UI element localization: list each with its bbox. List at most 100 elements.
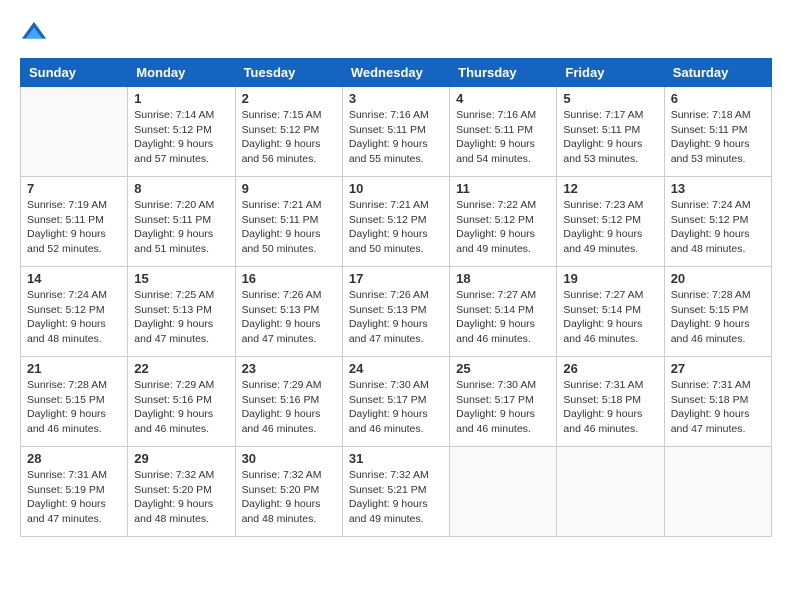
day-info: Sunrise: 7:32 AMSunset: 5:21 PMDaylight:… (349, 468, 443, 527)
calendar-cell: 2 Sunrise: 7:15 AMSunset: 5:12 PMDaylight… (235, 87, 342, 177)
day-info: Sunrise: 7:32 AMSunset: 5:20 PMDaylight:… (242, 468, 336, 527)
day-info: Sunrise: 7:18 AMSunset: 5:11 PMDaylight:… (671, 108, 765, 167)
calendar-cell: 27 Sunrise: 7:31 AMSunset: 5:18 PMDayligh… (664, 357, 771, 447)
calendar-cell: 6 Sunrise: 7:18 AMSunset: 5:11 PMDaylight… (664, 87, 771, 177)
calendar-cell: 20 Sunrise: 7:28 AMSunset: 5:15 PMDayligh… (664, 267, 771, 357)
day-number: 27 (671, 361, 765, 376)
day-info: Sunrise: 7:24 AMSunset: 5:12 PMDaylight:… (671, 198, 765, 257)
calendar-cell: 3 Sunrise: 7:16 AMSunset: 5:11 PMDaylight… (342, 87, 449, 177)
day-info: Sunrise: 7:25 AMSunset: 5:13 PMDaylight:… (134, 288, 228, 347)
day-info: Sunrise: 7:26 AMSunset: 5:13 PMDaylight:… (242, 288, 336, 347)
page-header (20, 20, 772, 48)
calendar-cell: 29Sunrise: 7:32 AMSunset: 5:20 PMDayligh… (128, 447, 235, 537)
calendar-cell (557, 447, 664, 537)
day-info: Sunrise: 7:19 AMSunset: 5:11 PMDaylight:… (27, 198, 121, 257)
day-info: Sunrise: 7:22 AMSunset: 5:12 PMDaylight:… (456, 198, 550, 257)
day-number: 29 (134, 451, 228, 466)
calendar-cell: 31 Sunrise: 7:32 AMSunset: 5:21 PMDayligh… (342, 447, 449, 537)
day-info: Sunrise: 7:27 AMSunset: 5:14 PMDaylight:… (456, 288, 550, 347)
calendar-cell (664, 447, 771, 537)
day-info: Sunrise: 7:16 AMSunset: 5:11 PMDaylight:… (456, 108, 550, 167)
day-number: 1 (134, 91, 228, 106)
calendar-cell: 10 Sunrise: 7:21 AMSunset: 5:12 PMDayligh… (342, 177, 449, 267)
calendar-cell: 18 Sunrise: 7:27 AMSunset: 5:14 PMDayligh… (450, 267, 557, 357)
day-info: Sunrise: 7:30 AMSunset: 5:17 PMDaylight:… (349, 378, 443, 437)
day-number: 3 (349, 91, 443, 106)
logo (20, 20, 52, 48)
calendar-cell: 16Sunrise: 7:26 AMSunset: 5:13 PMDayligh… (235, 267, 342, 357)
day-number: 6 (671, 91, 765, 106)
day-info: Sunrise: 7:31 AMSunset: 5:19 PMDaylight:… (27, 468, 121, 527)
day-number: 28 (27, 451, 121, 466)
day-info: Sunrise: 7:21 AMSunset: 5:11 PMDaylight:… (242, 198, 336, 257)
day-number: 18 (456, 271, 550, 286)
day-number: 25 (456, 361, 550, 376)
calendar-cell: 1 Sunrise: 7:14 AMSunset: 5:12 PMDaylight… (128, 87, 235, 177)
day-info: Sunrise: 7:15 AMSunset: 5:12 PMDaylight:… (242, 108, 336, 167)
day-number: 20 (671, 271, 765, 286)
day-number: 11 (456, 181, 550, 196)
day-info: Sunrise: 7:24 AMSunset: 5:12 PMDaylight:… (27, 288, 121, 347)
calendar-header-friday: Friday (557, 59, 664, 87)
calendar-cell: 7 Sunrise: 7:19 AMSunset: 5:11 PMDaylight… (21, 177, 128, 267)
week-row-1: 1 Sunrise: 7:14 AMSunset: 5:12 PMDaylight… (21, 87, 772, 177)
calendar-cell: 21 Sunrise: 7:28 AMSunset: 5:15 PMDayligh… (21, 357, 128, 447)
calendar-cell (21, 87, 128, 177)
calendar-cell (450, 447, 557, 537)
day-info: Sunrise: 7:23 AMSunset: 5:12 PMDaylight:… (563, 198, 657, 257)
week-row-5: 28 Sunrise: 7:31 AMSunset: 5:19 PMDayligh… (21, 447, 772, 537)
day-info: Sunrise: 7:31 AMSunset: 5:18 PMDaylight:… (563, 378, 657, 437)
day-info: Sunrise: 7:29 AMSunset: 5:16 PMDaylight:… (134, 378, 228, 437)
week-row-4: 21 Sunrise: 7:28 AMSunset: 5:15 PMDayligh… (21, 357, 772, 447)
day-number: 21 (27, 361, 121, 376)
calendar-cell: 13 Sunrise: 7:24 AMSunset: 5:12 PMDayligh… (664, 177, 771, 267)
day-info: Sunrise: 7:28 AMSunset: 5:15 PMDaylight:… (27, 378, 121, 437)
calendar-cell: 23 Sunrise: 7:29 AMSunset: 5:16 PMDayligh… (235, 357, 342, 447)
day-info: Sunrise: 7:26 AMSunset: 5:13 PMDaylight:… (349, 288, 443, 347)
calendar-cell: 30Sunrise: 7:32 AMSunset: 5:20 PMDayligh… (235, 447, 342, 537)
logo-icon (20, 20, 48, 48)
calendar-cell: 15Sunrise: 7:25 AMSunset: 5:13 PMDayligh… (128, 267, 235, 357)
day-number: 12 (563, 181, 657, 196)
calendar-cell: 8Sunrise: 7:20 AMSunset: 5:11 PMDaylight… (128, 177, 235, 267)
day-number: 14 (27, 271, 121, 286)
day-info: Sunrise: 7:21 AMSunset: 5:12 PMDaylight:… (349, 198, 443, 257)
day-number: 8 (134, 181, 228, 196)
day-number: 9 (242, 181, 336, 196)
calendar-header-saturday: Saturday (664, 59, 771, 87)
day-number: 2 (242, 91, 336, 106)
day-number: 13 (671, 181, 765, 196)
day-number: 31 (349, 451, 443, 466)
calendar-header-tuesday: Tuesday (235, 59, 342, 87)
week-row-3: 14 Sunrise: 7:24 AMSunset: 5:12 PMDayligh… (21, 267, 772, 357)
calendar-cell: 22 Sunrise: 7:29 AMSunset: 5:16 PMDayligh… (128, 357, 235, 447)
day-number: 17 (349, 271, 443, 286)
day-number: 22 (134, 361, 228, 376)
calendar-cell: 4Sunrise: 7:16 AMSunset: 5:11 PMDaylight… (450, 87, 557, 177)
calendar-header-sunday: Sunday (21, 59, 128, 87)
calendar-header-wednesday: Wednesday (342, 59, 449, 87)
week-row-2: 7 Sunrise: 7:19 AMSunset: 5:11 PMDaylight… (21, 177, 772, 267)
day-number: 5 (563, 91, 657, 106)
day-info: Sunrise: 7:14 AMSunset: 5:12 PMDaylight:… (134, 108, 228, 167)
calendar-cell: 26 Sunrise: 7:31 AMSunset: 5:18 PMDayligh… (557, 357, 664, 447)
day-info: Sunrise: 7:31 AMSunset: 5:18 PMDaylight:… (671, 378, 765, 437)
day-info: Sunrise: 7:29 AMSunset: 5:16 PMDaylight:… (242, 378, 336, 437)
day-number: 24 (349, 361, 443, 376)
day-number: 23 (242, 361, 336, 376)
calendar-cell: 12 Sunrise: 7:23 AMSunset: 5:12 PMDayligh… (557, 177, 664, 267)
day-info: Sunrise: 7:28 AMSunset: 5:15 PMDaylight:… (671, 288, 765, 347)
calendar-header-monday: Monday (128, 59, 235, 87)
day-number: 10 (349, 181, 443, 196)
calendar-cell: 24 Sunrise: 7:30 AMSunset: 5:17 PMDayligh… (342, 357, 449, 447)
day-info: Sunrise: 7:30 AMSunset: 5:17 PMDaylight:… (456, 378, 550, 437)
day-number: 7 (27, 181, 121, 196)
day-info: Sunrise: 7:17 AMSunset: 5:11 PMDaylight:… (563, 108, 657, 167)
calendar-cell: 11 Sunrise: 7:22 AMSunset: 5:12 PMDayligh… (450, 177, 557, 267)
day-number: 26 (563, 361, 657, 376)
calendar-cell: 25 Sunrise: 7:30 AMSunset: 5:17 PMDayligh… (450, 357, 557, 447)
calendar-cell: 28 Sunrise: 7:31 AMSunset: 5:19 PMDayligh… (21, 447, 128, 537)
calendar-cell: 9 Sunrise: 7:21 AMSunset: 5:11 PMDaylight… (235, 177, 342, 267)
day-info: Sunrise: 7:16 AMSunset: 5:11 PMDaylight:… (349, 108, 443, 167)
calendar-cell: 5 Sunrise: 7:17 AMSunset: 5:11 PMDaylight… (557, 87, 664, 177)
